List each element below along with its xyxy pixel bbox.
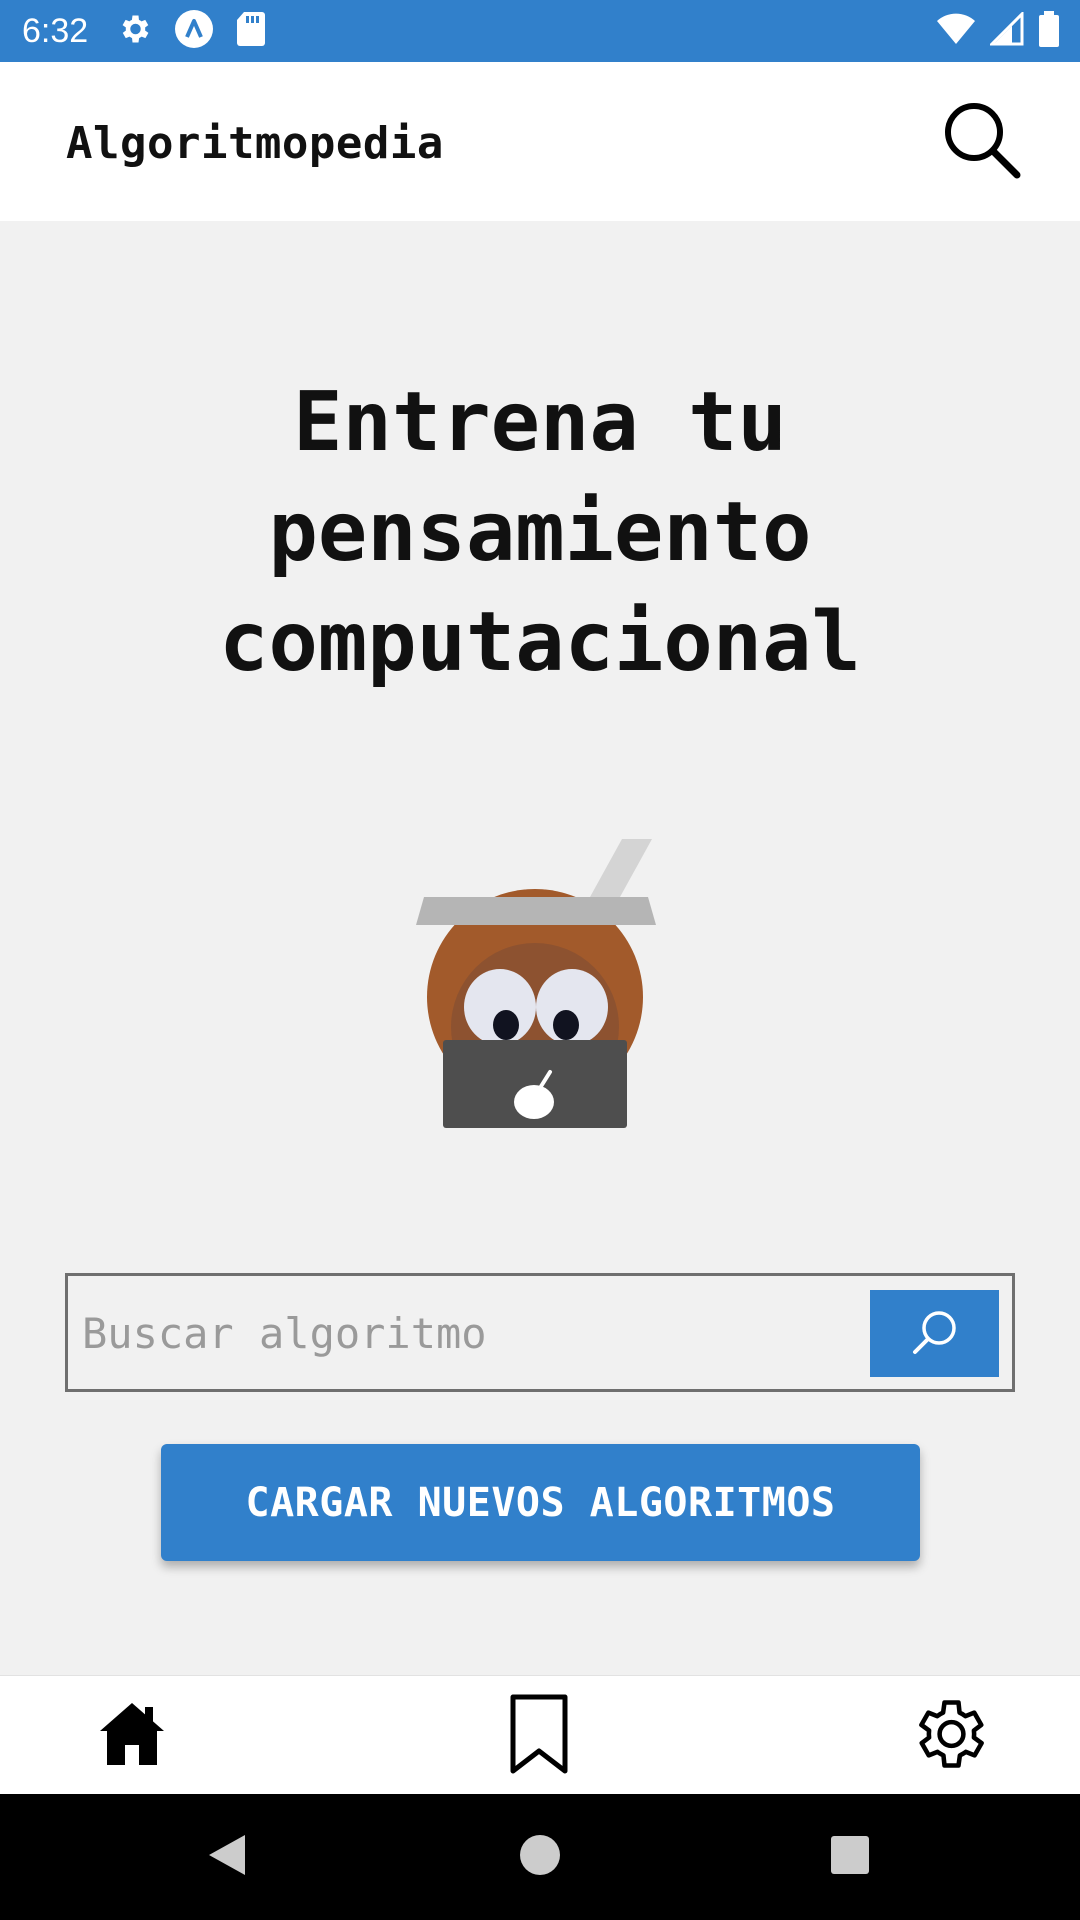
search-box [65, 1273, 1015, 1392]
battery-icon [1038, 11, 1060, 51]
search-submit-button[interactable] [870, 1290, 999, 1377]
search-input[interactable] [82, 1290, 922, 1376]
hero-title-line: Entrena tu [293, 375, 787, 470]
bookmark-icon [507, 1693, 571, 1779]
app-title: Algoritmopedia [66, 118, 444, 169]
system-home-button[interactable] [505, 1822, 575, 1892]
search-icon [940, 98, 1024, 186]
hero-title-line: computacional [219, 595, 861, 690]
settings-icon [116, 11, 152, 51]
wifi-icon [936, 13, 976, 49]
nav-item-bookmarks[interactable] [489, 1690, 589, 1782]
gear-icon [906, 1692, 990, 1780]
home-icon [97, 1699, 167, 1773]
hero-title: Entrena tu pensamiento computacional [0, 368, 1080, 698]
search-icon [909, 1306, 961, 1361]
load-algorithms-button[interactable]: CARGAR NUEVOS ALGORITMOS [161, 1444, 920, 1561]
system-nav-bar [0, 1794, 1080, 1920]
status-right-icons [936, 0, 1060, 62]
nav-item-settings[interactable] [898, 1690, 998, 1782]
mascot-illustration [390, 835, 690, 1130]
system-recents-button[interactable] [815, 1822, 885, 1892]
system-back-button[interactable] [192, 1822, 262, 1892]
status-bar: 6:32 [0, 0, 1080, 62]
bottom-nav [0, 1675, 1080, 1794]
nav-item-home[interactable] [82, 1690, 182, 1782]
status-left-icons [116, 9, 266, 53]
sd-card-icon [236, 11, 266, 51]
signal-icon [988, 10, 1024, 50]
app-a-icon [174, 9, 214, 53]
home-circle-icon [518, 1833, 562, 1881]
back-triangle-icon [205, 1831, 249, 1883]
hero-title-line: pensamiento [268, 485, 812, 580]
app-bar: Algoritmopedia [0, 62, 1080, 221]
recents-square-icon [829, 1834, 871, 1880]
header-search-button[interactable] [940, 100, 1024, 184]
status-time: 6:32 [22, 11, 89, 50]
